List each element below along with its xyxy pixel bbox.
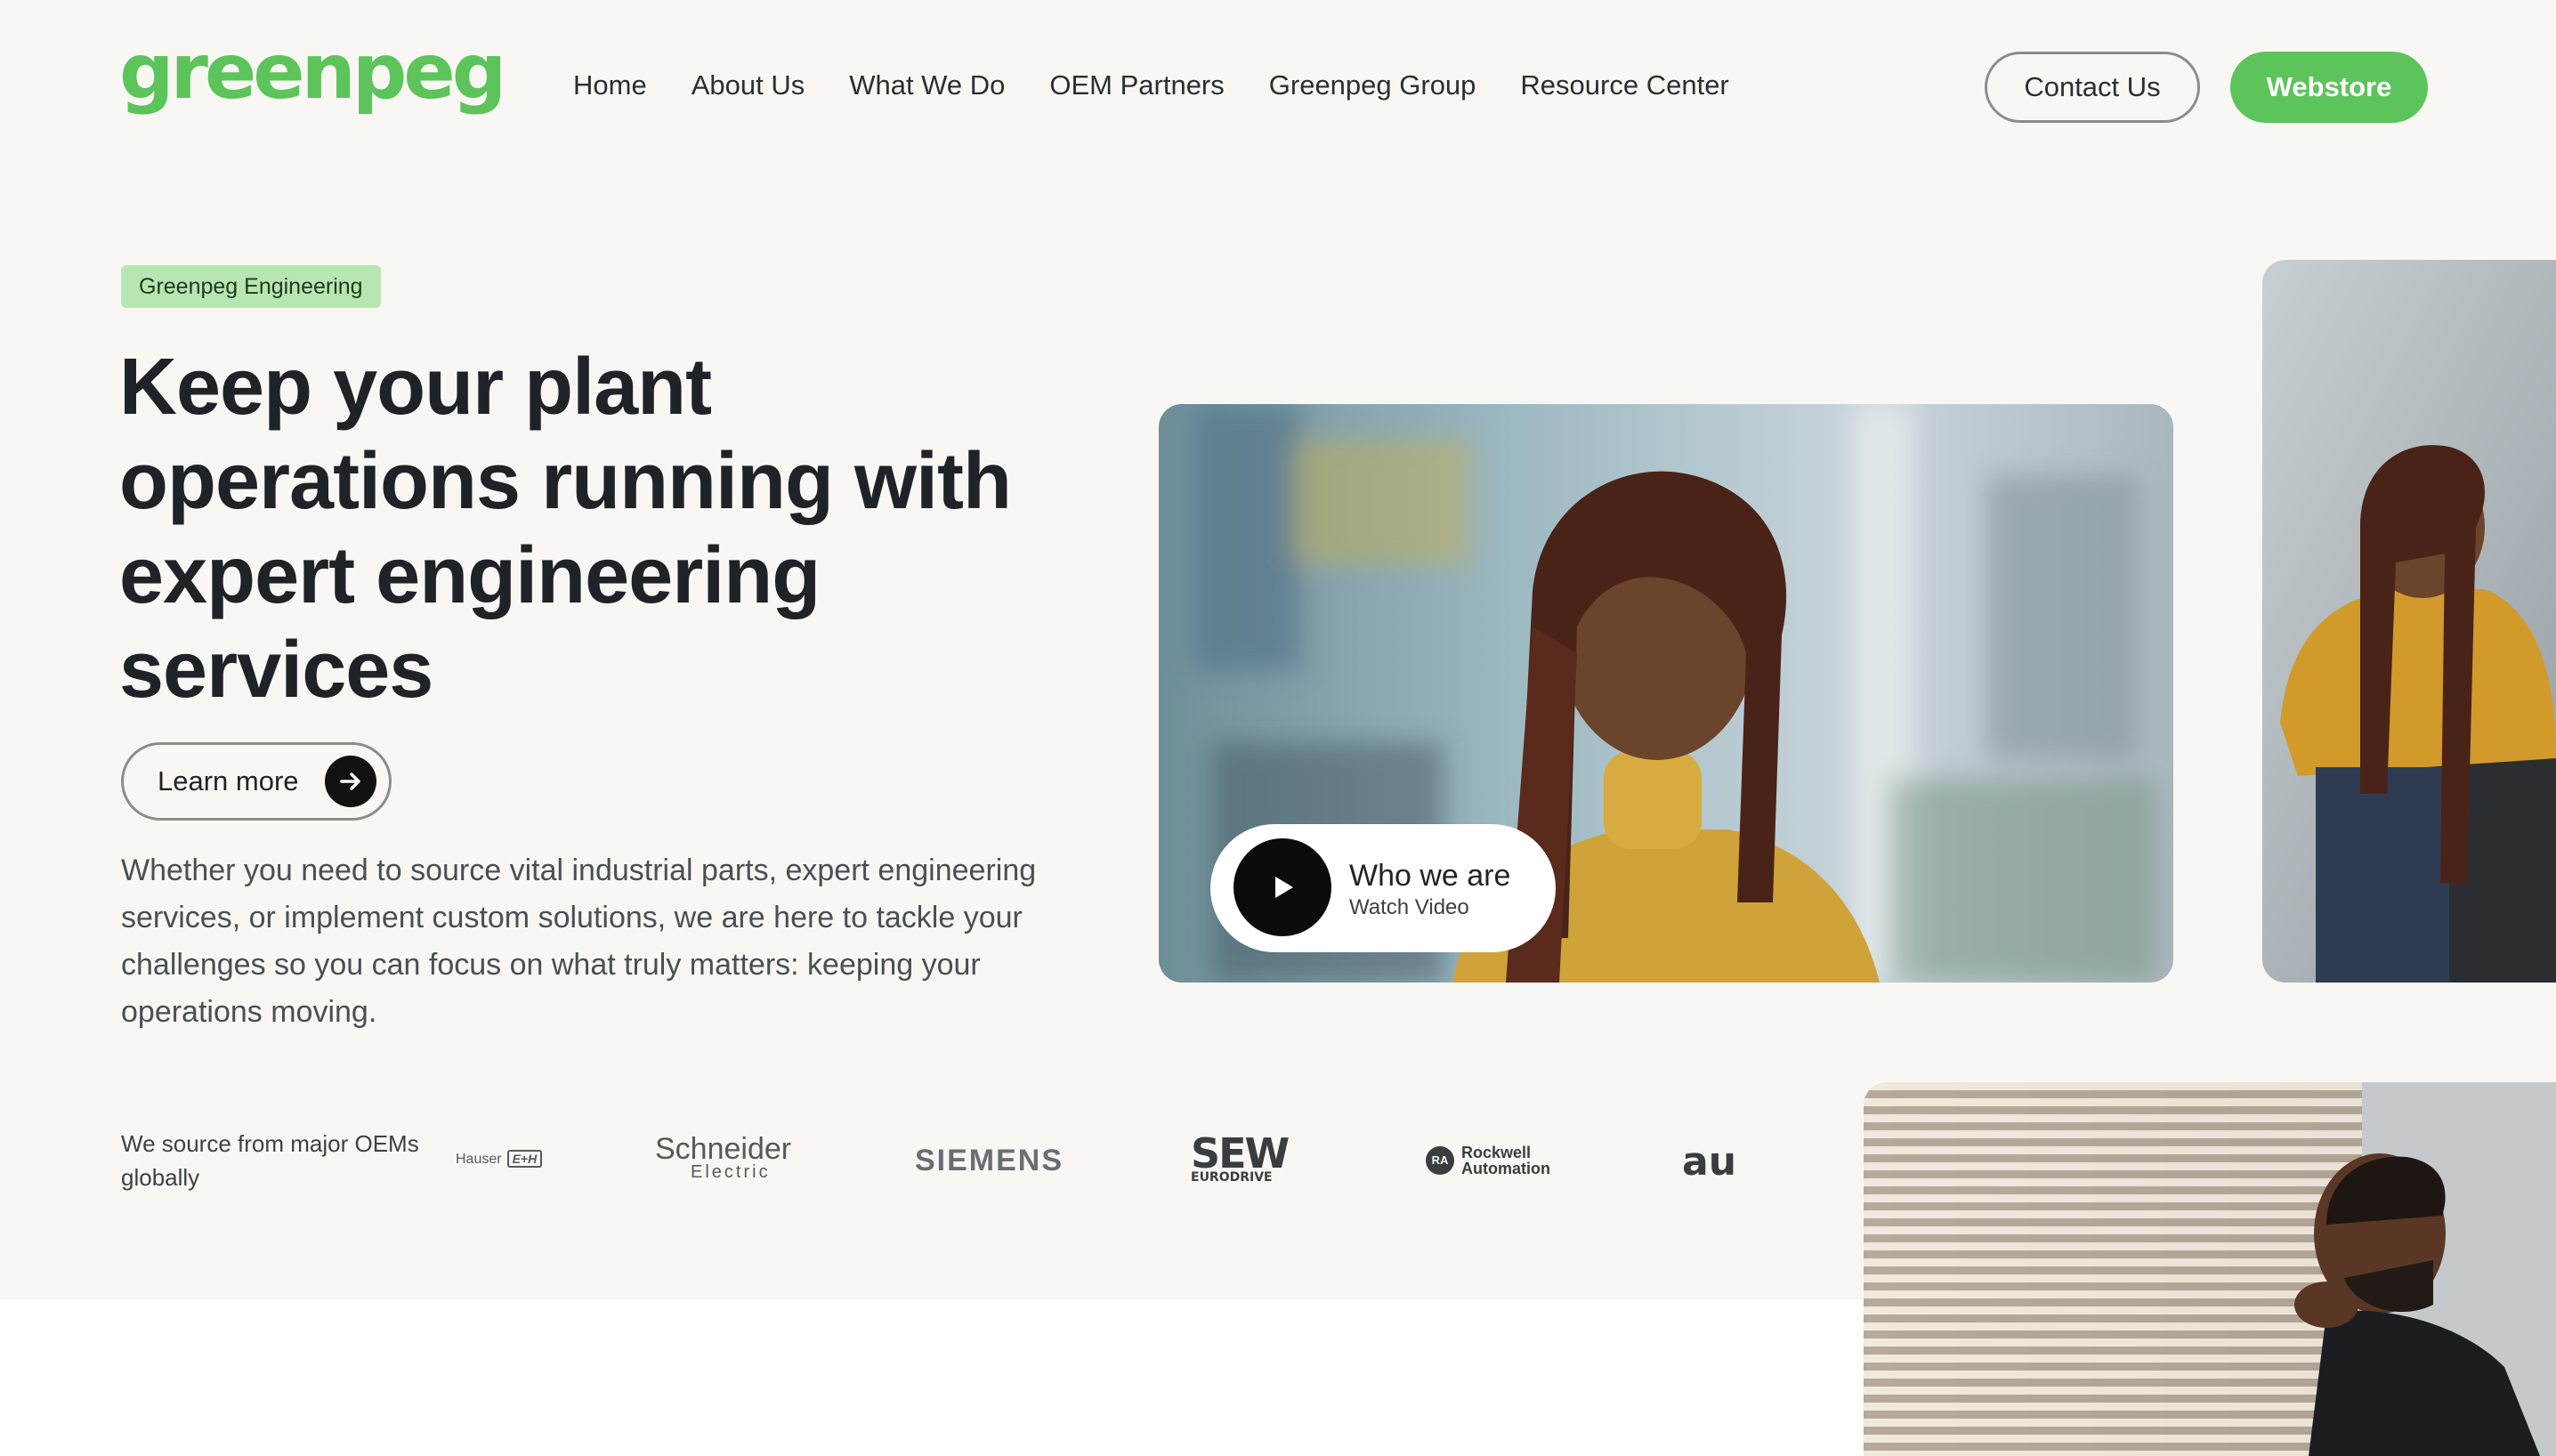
nav-item-about-us[interactable]: About Us bbox=[692, 69, 805, 101]
greenpeg-logo[interactable]: greenpeg bbox=[119, 34, 506, 110]
hero-title: Keep your plant operations running with … bbox=[119, 343, 1012, 715]
automation-text: Automation bbox=[1461, 1160, 1550, 1177]
side-image-card bbox=[2262, 260, 2556, 983]
siemens-logo: SIEMENS bbox=[915, 1144, 1064, 1177]
nav-item-resource-center[interactable]: Resource Center bbox=[1520, 69, 1728, 101]
engineer-at-machine-image bbox=[2262, 260, 2556, 983]
learn-more-button[interactable]: Learn more bbox=[121, 742, 392, 821]
schneider-text: Schneider bbox=[655, 1132, 792, 1166]
nav-item-what-we-do[interactable]: What We Do bbox=[849, 69, 1005, 101]
video-title: Who we are bbox=[1349, 859, 1511, 893]
video-card[interactable]: Who we are Watch Video bbox=[1159, 404, 2173, 983]
endress-hauser-logo: Hauser E+H bbox=[456, 1150, 543, 1168]
schneider-electric-logo: Schneider Electric bbox=[655, 1134, 791, 1182]
hauser-text: Hauser bbox=[456, 1152, 502, 1167]
bottom-image-card bbox=[1864, 1082, 2556, 1456]
category-badge: Greenpeg Engineering bbox=[121, 265, 381, 308]
contact-us-button[interactable]: Contact Us bbox=[1985, 52, 2200, 123]
rockwell-automation-logo: RA Rockwell Automation bbox=[1426, 1145, 1550, 1177]
rockwell-wordmark: Rockwell Automation bbox=[1461, 1145, 1550, 1177]
eh-mark: E+H bbox=[506, 1150, 543, 1168]
video-caption: Who we are Watch Video bbox=[1349, 858, 1510, 922]
nav-item-greenpeg-group[interactable]: Greenpeg Group bbox=[1269, 69, 1476, 101]
rockwell-text: Rockwell bbox=[1461, 1144, 1532, 1161]
watch-video-pill[interactable]: Who we are Watch Video bbox=[1210, 824, 1556, 952]
learn-more-label: Learn more bbox=[158, 765, 299, 797]
play-icon[interactable] bbox=[1234, 838, 1331, 936]
au-logo: au bbox=[1682, 1139, 1737, 1185]
rockwell-mark: RA bbox=[1426, 1146, 1454, 1175]
video-subtitle: Watch Video bbox=[1349, 895, 1469, 919]
arrow-right-icon bbox=[325, 756, 376, 807]
hero-description: Whether you need to source vital industr… bbox=[121, 853, 1037, 1029]
oem-sourcing-label: We source from major OEMs globally bbox=[121, 1130, 419, 1191]
main-nav: Home About Us What We Do OEM Partners Gr… bbox=[573, 69, 1729, 101]
nav-item-home[interactable]: Home bbox=[573, 69, 647, 101]
webstore-button[interactable]: Webstore bbox=[2230, 52, 2428, 123]
sew-eurodrive-logo: SEW EURODRIVE bbox=[1191, 1133, 1290, 1184]
technician-inspecting-image bbox=[1864, 1082, 2556, 1456]
nav-item-oem-partners[interactable]: OEM Partners bbox=[1049, 69, 1224, 101]
